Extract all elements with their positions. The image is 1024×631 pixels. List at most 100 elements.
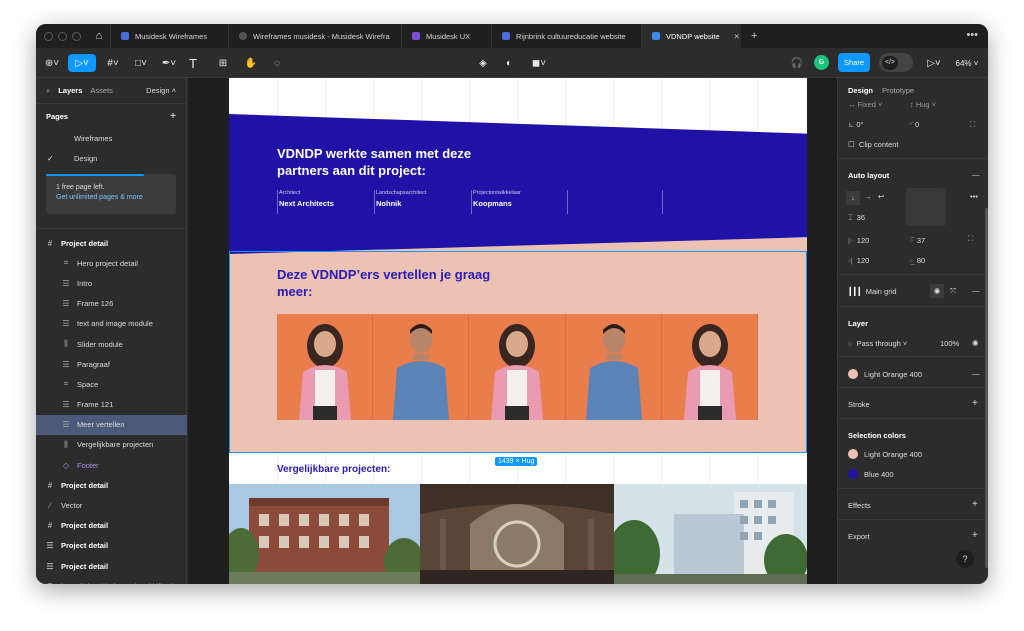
main-menu-button[interactable]: ⊕˅ — [42, 54, 62, 72]
padding-top-field[interactable]: ▫̅ 37 — [910, 236, 925, 245]
right-panel-scrollbar[interactable] — [985, 208, 988, 568]
layer-item[interactable]: ☰ Frame 126 — [36, 294, 187, 314]
remove-fill-icon[interactable]: — — [972, 369, 980, 378]
partners-heading[interactable]: VDNDP werkte samen met deze partners aan… — [277, 145, 517, 179]
layer-item[interactable]: ◇ Footer — [36, 455, 187, 475]
layer-item[interactable]: Thttps://gist.github.com/markhillard... — [36, 576, 187, 584]
project-image-modern-buildings[interactable] — [614, 484, 807, 584]
frame-tool-button[interactable]: #˅ — [102, 54, 124, 72]
layer-visibility-eye-icon[interactable]: ◉ — [972, 338, 979, 347]
layer-item[interactable]: ☰ text and image module — [36, 314, 187, 334]
page-dropdown[interactable]: Design ˄ — [146, 86, 176, 95]
present-button[interactable]: ▷˅ — [924, 54, 944, 72]
headphones-icon[interactable]: 🎧 — [790, 54, 804, 72]
partner-item[interactable]: Projectontwikkelaar Koopmans — [471, 190, 568, 214]
boolean-ops-icon[interactable]: ◼˅ — [528, 54, 550, 72]
zoom-window-button[interactable] — [72, 31, 81, 41]
partner-item[interactable]: Architect Next Architects — [277, 190, 374, 214]
upgrade-link[interactable]: Get unlimited pages & more — [56, 194, 168, 201]
dev-mode-toggle[interactable]: </> — [879, 53, 913, 72]
wrap-direction-icon[interactable]: ↩ — [878, 192, 884, 201]
canvas[interactable]: VDNDP werkte samen met deze partners aan… — [188, 78, 837, 584]
clip-content-checkbox[interactable]: ☐ Clip content — [848, 140, 899, 149]
search-icon[interactable]: ⌕ — [46, 86, 50, 96]
rotation-field[interactable]: ⊾ 0° — [848, 120, 864, 129]
fill-style-name[interactable]: Light Orange 400 — [864, 370, 922, 379]
tab-assets[interactable]: Assets — [90, 86, 113, 95]
layer-item[interactable]: # Project detail — [36, 516, 187, 536]
tab-musidesk-wireframes[interactable]: Musidesk Wireframes — [110, 24, 228, 48]
remove-auto-layout-icon[interactable]: — — [972, 170, 980, 179]
individual-padding-icon[interactable]: ⛶ — [968, 234, 973, 244]
layer-item[interactable]: # Project detail — [36, 233, 187, 253]
partner-item[interactable] — [662, 190, 664, 214]
text-tool-button[interactable]: T — [186, 54, 200, 72]
layer-item[interactable]: ⌗ Hero project detail — [36, 253, 187, 273]
grid-visibility-eye-icon[interactable]: ◉ — [930, 284, 944, 298]
layer-item[interactable]: ☰ Project detail — [36, 536, 187, 556]
project-image-church-interior[interactable] — [420, 484, 614, 584]
add-effect-icon[interactable]: + — [972, 499, 978, 510]
layer-item[interactable]: ☰ Intro — [36, 273, 187, 293]
horizontal-direction-icon[interactable]: → — [864, 192, 872, 201]
layer-item[interactable]: ⫼ Vergelijkbare projecten — [36, 435, 187, 455]
avatar[interactable]: G — [814, 55, 829, 70]
minimize-window-button[interactable] — [58, 31, 67, 41]
layer-item[interactable]: ⫼ Slider module — [36, 334, 187, 354]
layer-item[interactable]: # Project detail — [36, 475, 187, 495]
padding-left-field[interactable]: |▫ 120 — [848, 236, 869, 245]
selection-color-name[interactable]: Blue 400 — [864, 470, 894, 479]
layout-grid-row[interactable]: ┃┃┃ Main grid — [848, 287, 897, 296]
selection-color-name[interactable]: Light Orange 400 — [864, 450, 922, 459]
home-icon[interactable]: ⌂ — [88, 30, 110, 42]
layer-item[interactable]: ☰ Frame 121 — [36, 395, 187, 415]
mask-icon[interactable]: ◐ — [502, 54, 516, 72]
shape-tool-button[interactable]: □˅ — [130, 54, 152, 72]
component-icon[interactable]: ◈ — [476, 54, 490, 72]
layer-item[interactable]: ☰ Project detail — [36, 556, 187, 576]
vertical-direction-icon[interactable]: ↓ — [846, 191, 860, 205]
tab-vdndp-website[interactable]: VDNDP website ✕ — [641, 24, 741, 48]
layer-item[interactable]: ☰ Meer vertellen — [36, 414, 187, 435]
tab-prototype[interactable]: Prototype — [882, 86, 914, 95]
blend-mode-dropdown[interactable]: ◌ Pass through ˅ — [848, 339, 907, 348]
gap-field[interactable]: ⌶ 36 — [848, 213, 865, 223]
alignment-grid[interactable] — [906, 188, 946, 226]
partner-item[interactable] — [567, 190, 664, 214]
height-mode-dropdown[interactable]: ↕ Hug ˅ — [910, 100, 936, 109]
partners-section[interactable] — [229, 114, 807, 254]
close-tab-icon[interactable]: ✕ — [734, 32, 740, 41]
page-item-wireframes[interactable]: Wireframes — [36, 128, 186, 148]
add-export-icon[interactable]: + — [972, 530, 978, 541]
detach-grid-icon[interactable]: ⤧ — [950, 286, 956, 296]
tab-wireframes-musidesk[interactable]: Wireframes musidesk - Musidesk Wirefra — [228, 24, 401, 48]
share-button[interactable]: Share — [838, 53, 870, 72]
pen-tool-button[interactable]: ✒˅ — [158, 54, 180, 72]
move-tool-button[interactable]: ▷˅ — [68, 54, 96, 72]
tab-rijnbrink[interactable]: Rijnbrink cultuureducatie website — [491, 24, 641, 48]
padding-bottom-field[interactable]: ▫̲ 80 — [910, 256, 925, 265]
add-stroke-icon[interactable]: + — [972, 398, 978, 409]
tab-design[interactable]: Design — [848, 86, 873, 95]
layer-item[interactable]: ∕ Vector — [36, 495, 187, 515]
project-image-apartments[interactable] — [229, 484, 420, 584]
layer-item[interactable]: ☰ Paragraaf — [36, 354, 187, 374]
more-icon[interactable]: ••• — [966, 29, 978, 41]
partner-item[interactable]: Landschapsarchitect Nohnik — [374, 190, 471, 214]
vergelijkbaar-heading[interactable]: Vergelijkbare projecten: — [277, 464, 390, 475]
selection-color-swatch[interactable] — [848, 469, 858, 479]
layer-item[interactable]: ⌗ Space — [36, 374, 187, 394]
zoom-dropdown[interactable]: 64% ˅ — [952, 54, 982, 72]
padding-right-field[interactable]: ▫| 120 — [848, 256, 869, 265]
corner-radius-field[interactable]: ◜ 0 — [910, 120, 919, 129]
width-mode-dropdown[interactable]: ↔ Fixed ˅ — [848, 100, 882, 109]
help-button[interactable]: ? — [956, 550, 974, 568]
page-item-design[interactable]: ✓ Design — [36, 148, 186, 168]
hand-tool-icon[interactable]: ✋ — [244, 54, 258, 72]
add-page-icon[interactable]: + — [170, 111, 176, 122]
fill-swatch[interactable] — [848, 369, 858, 379]
resources-icon[interactable]: ⊞ — [216, 54, 230, 72]
project-detail-frame[interactable]: VDNDP werkte samen met deze partners aan… — [229, 78, 807, 584]
remove-grid-icon[interactable]: — — [972, 286, 980, 295]
tab-layers[interactable]: Layers — [58, 86, 82, 95]
